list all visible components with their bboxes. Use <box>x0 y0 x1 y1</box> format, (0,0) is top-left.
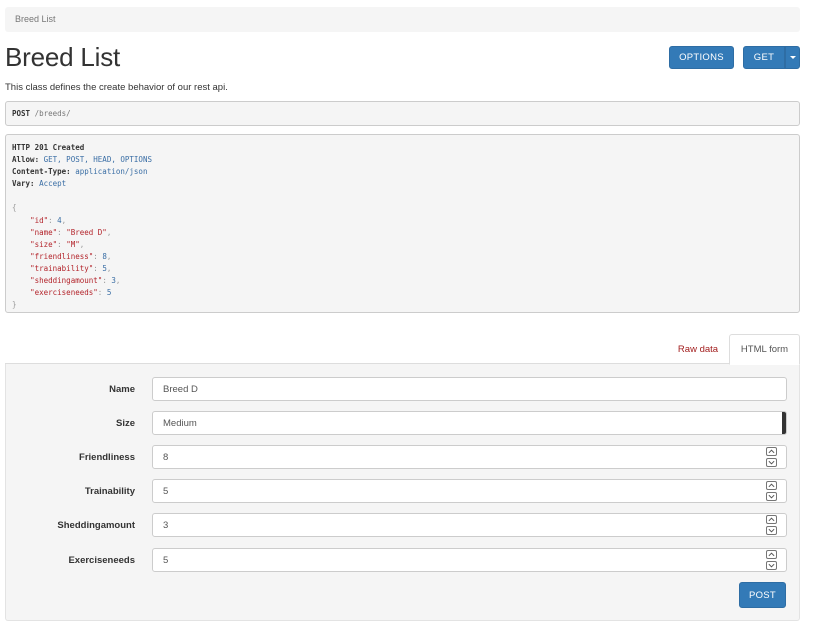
json-key: "exerciseneeds" <box>30 288 98 298</box>
get-format-dropdown-button[interactable] <box>785 46 800 69</box>
json-value: "Breed D" <box>66 227 107 237</box>
exerciseneeds-input[interactable]: 5 <box>152 548 787 572</box>
json-value: "M" <box>66 239 80 249</box>
json-key: "friendliness" <box>30 251 94 261</box>
json-close-brace: } <box>12 300 17 310</box>
page-title: Breed List <box>5 42 121 72</box>
request-path: /breeds/ <box>34 109 71 118</box>
spin-up-icon[interactable] <box>766 550 777 559</box>
response-header-value[interactable]: Accept <box>39 179 66 188</box>
request-info: POST /breeds/ <box>5 101 800 126</box>
size-select-value: Medium <box>163 418 197 429</box>
breadcrumb-item[interactable]: Breed List <box>15 14 56 24</box>
number-spinner <box>766 550 778 570</box>
breadcrumb: Breed List <box>5 7 800 32</box>
spin-up-icon[interactable] <box>766 515 777 524</box>
size-label: Size <box>115 418 135 429</box>
friendliness-label: Friendliness <box>79 452 135 463</box>
response-header-value[interactable]: application/json <box>75 167 147 176</box>
spin-down-icon[interactable] <box>766 526 777 535</box>
request-method: POST <box>12 109 31 118</box>
spin-up-icon[interactable] <box>766 447 777 456</box>
json-key: "size" <box>30 239 58 249</box>
response-header-value[interactable]: GET, POST, HEAD, OPTIONS <box>44 155 152 164</box>
response-status: HTTP 201 Created <box>12 143 85 152</box>
spin-up-icon[interactable] <box>766 481 777 490</box>
tab-raw-data[interactable]: Raw data <box>672 335 724 363</box>
exerciseneeds-label: Exerciseneeds <box>68 555 135 566</box>
sheddingamount-input-value: 3 <box>163 520 169 531</box>
spin-down-icon[interactable] <box>766 561 777 570</box>
json-key: "trainability" <box>30 263 94 273</box>
trainability-input[interactable]: 5 <box>152 479 787 503</box>
spin-down-icon[interactable] <box>766 458 777 467</box>
friendliness-input-value: 8 <box>163 452 169 463</box>
response-info: HTTP 201 Created Allow: GET, POST, HEAD,… <box>5 134 800 313</box>
json-key: "name" <box>30 227 58 237</box>
response-header-key: Content-Type: <box>12 167 71 177</box>
number-spinner <box>766 447 778 467</box>
json-open-brace: { <box>12 203 17 213</box>
number-spinner <box>766 481 778 501</box>
number-spinner <box>766 515 778 535</box>
spin-down-icon[interactable] <box>766 492 777 501</box>
friendliness-input[interactable]: 8 <box>152 445 787 469</box>
tab-html-form[interactable]: HTML form <box>729 334 800 365</box>
response-header-key: Vary: <box>12 179 35 189</box>
sheddingamount-input[interactable]: 3 <box>152 513 787 537</box>
name-label: Name <box>109 384 135 395</box>
trainability-label: Trainability <box>84 486 135 497</box>
json-key: "sheddingamount" <box>30 276 103 286</box>
select-arrow-icon <box>782 412 786 434</box>
exerciseneeds-input-value: 5 <box>163 555 169 566</box>
options-button[interactable]: OPTIONS <box>669 46 734 69</box>
json-key: "id" <box>30 215 49 225</box>
page-description: This class defines the create behavior o… <box>5 82 228 93</box>
name-input[interactable]: Breed D <box>152 377 787 401</box>
json-value: 5 <box>106 288 112 298</box>
name-input-value: Breed D <box>163 384 198 395</box>
response-header-key: Allow: <box>12 155 40 165</box>
post-button[interactable]: POST <box>739 582 786 608</box>
size-select[interactable]: Medium <box>152 411 787 435</box>
html-form-panel: Name Breed D Size Medium Friendliness 8 … <box>5 364 800 621</box>
caret-down-icon <box>789 56 796 59</box>
trainability-input-value: 5 <box>163 486 169 497</box>
sheddingamount-label: Sheddingamount <box>57 520 135 531</box>
get-button[interactable]: GET <box>743 46 785 69</box>
